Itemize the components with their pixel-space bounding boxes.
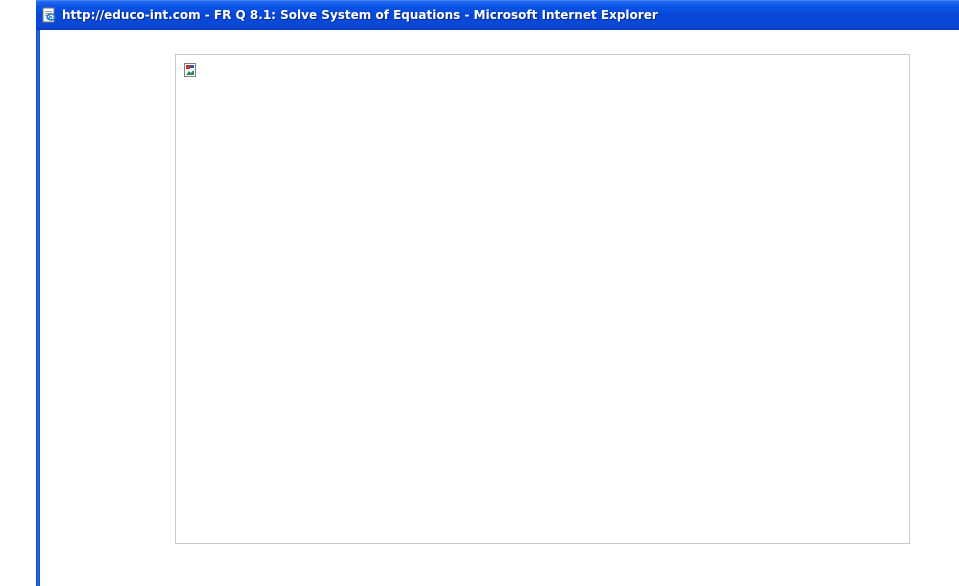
svg-text:e: e [48, 14, 53, 22]
page-viewport [40, 30, 959, 586]
ie-page-icon[interactable]: e [41, 7, 57, 23]
ie-window: e http://educo-int.com - FR Q 8.1: Solve… [36, 0, 959, 586]
window-title: http://educo-int.com - FR Q 8.1: Solve S… [62, 8, 658, 22]
title-bar[interactable]: e http://educo-int.com - FR Q 8.1: Solve… [36, 0, 959, 30]
content-frame [175, 54, 910, 544]
desktop-background [0, 0, 36, 586]
broken-image-icon [184, 63, 196, 77]
